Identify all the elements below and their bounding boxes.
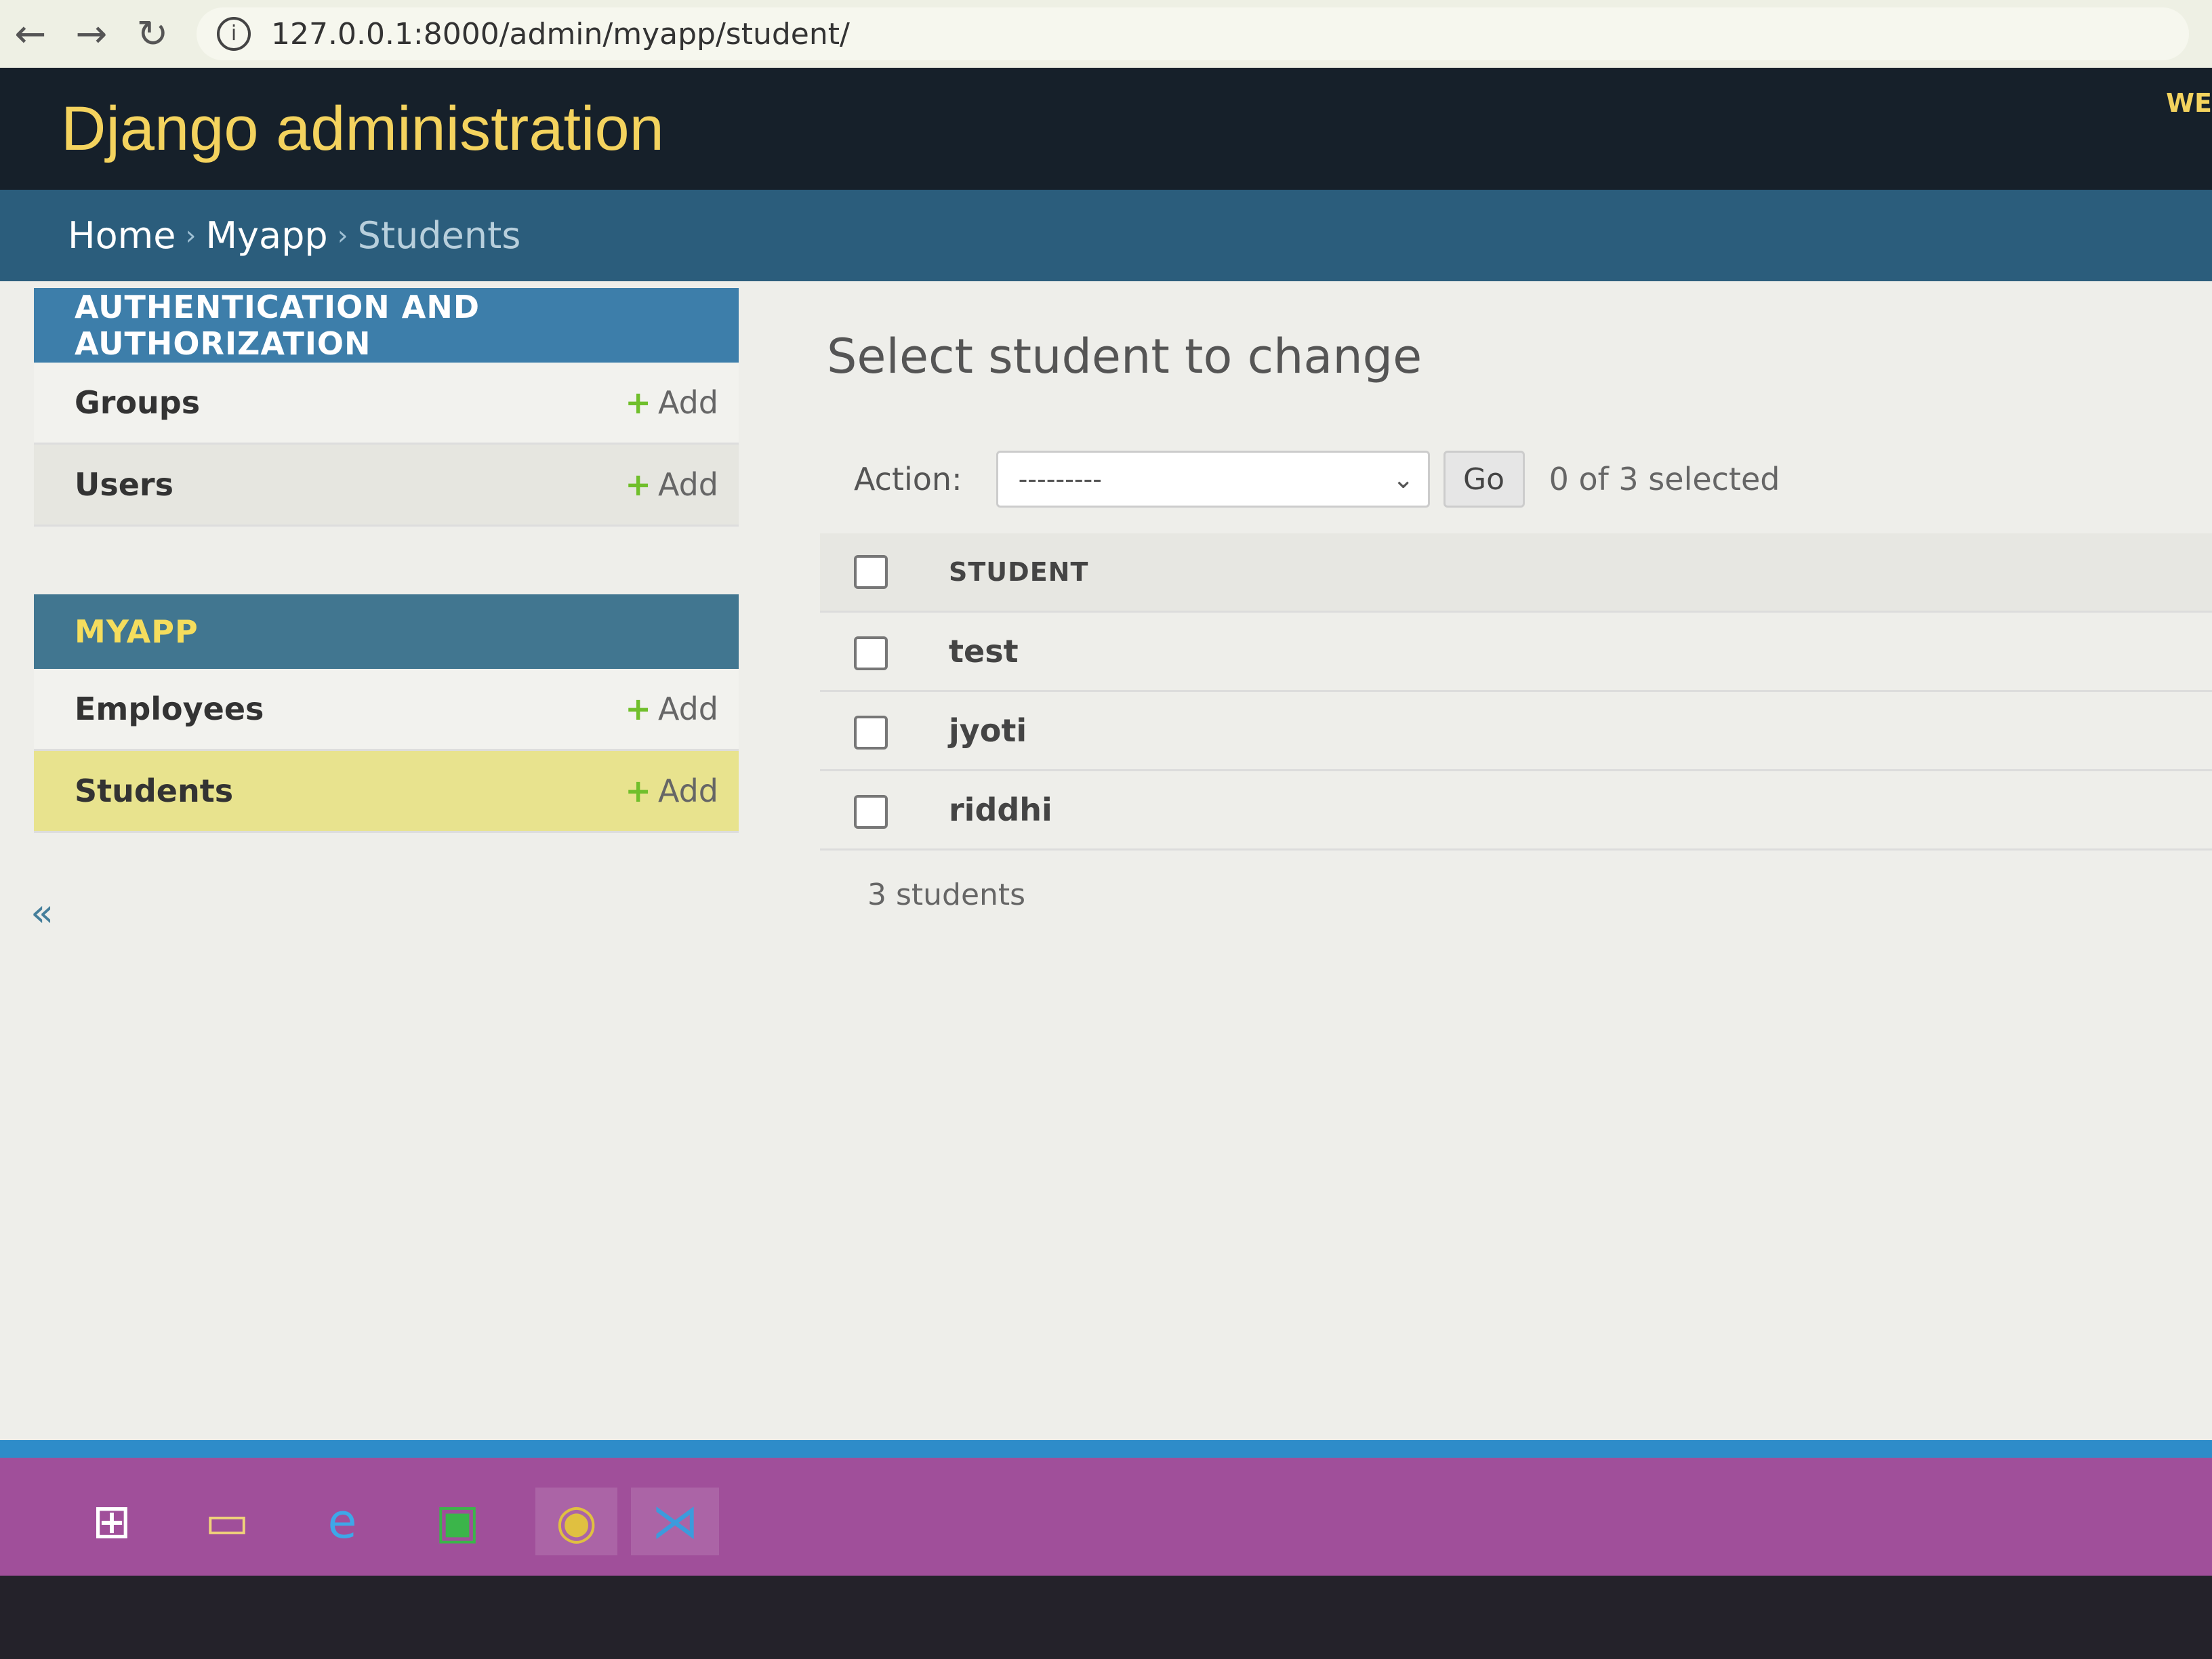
module-myapp: MYAPP Employees + Add Students + Add [34, 594, 739, 833]
vscode-taskbar-item[interactable]: ⋊ [631, 1488, 720, 1555]
add-label: Add [657, 466, 718, 503]
main-content: Select student to change Action: -------… [820, 329, 2212, 912]
site-brand[interactable]: Django administration [61, 94, 664, 165]
breadcrumb-separator: › [185, 220, 197, 251]
monitor-bezel [0, 1576, 2212, 1659]
table-row: test [820, 611, 2212, 692]
module-caption-auth[interactable]: AUTHENTICATION AND AUTHORIZATION [34, 288, 739, 363]
action-select[interactable]: --------- ⌄ [996, 451, 1430, 508]
row-checkbox-cell [820, 691, 949, 771]
breadcrumb: Home › Myapp › Students [0, 190, 2212, 281]
row-checkbox[interactable] [854, 794, 888, 829]
go-button[interactable]: Go [1443, 451, 1525, 508]
add-user-button[interactable]: + Add [625, 466, 718, 503]
os-taskbar: ⊞ ▭ e ▣ ◉ ⋊ [0, 1440, 2212, 1576]
student-link[interactable]: test [949, 611, 2212, 692]
reload-icon[interactable]: ↻ [122, 12, 183, 56]
student-link[interactable]: jyoti [949, 691, 2212, 771]
sidebar-item-label[interactable]: Students [75, 773, 233, 809]
internet-explorer-icon[interactable]: e [305, 1488, 380, 1555]
sidebar-item-label[interactable]: Employees [75, 691, 264, 727]
results-table: STUDENT test jyoti riddhi [820, 533, 2212, 851]
taskbar-icons: ⊞ ▭ e ▣ ◉ ⋊ [75, 1488, 733, 1555]
user-tools[interactable]: WE [2166, 88, 2212, 118]
sidebar-item-students: Students + Add [34, 751, 739, 833]
row-checkbox-cell [820, 611, 949, 692]
sidebar-item-groups: Groups + Add [34, 363, 739, 445]
sidebar-item-employees: Employees + Add [34, 669, 739, 751]
add-group-button[interactable]: + Add [625, 384, 718, 421]
forward-icon[interactable]: → [61, 12, 122, 56]
plus-icon: + [625, 691, 651, 727]
row-checkbox[interactable] [854, 636, 888, 670]
selection-counter: 0 of 3 selected [1549, 461, 1780, 497]
breadcrumb-current: Students [357, 214, 521, 257]
row-checkbox[interactable] [854, 715, 888, 750]
back-icon[interactable]: ← [0, 12, 61, 56]
sidebar-item-label[interactable]: Users [75, 466, 173, 503]
table-header-row: STUDENT [820, 533, 2212, 613]
address-url[interactable]: 127.0.0.1:8000/admin/myapp/student/ [271, 17, 850, 52]
column-header-student[interactable]: STUDENT [949, 533, 2212, 613]
store-icon[interactable]: ▣ [420, 1488, 495, 1555]
breadcrumb-home[interactable]: Home [68, 214, 176, 257]
add-label: Add [657, 773, 718, 809]
browser-toolbar: ← → ↻ i 127.0.0.1:8000/admin/myapp/stude… [0, 0, 2212, 68]
select-all-checkbox[interactable] [854, 555, 888, 589]
action-bar: Action: --------- ⌄ Go 0 of 3 selected [854, 445, 2212, 513]
sidebar-item-label[interactable]: Groups [75, 384, 200, 421]
plus-icon: + [625, 773, 651, 809]
windows-start-icon[interactable]: ⊞ [75, 1488, 149, 1555]
file-explorer-icon[interactable]: ▭ [190, 1488, 264, 1555]
chevron-down-icon: ⌄ [1392, 464, 1414, 494]
plus-icon: + [625, 384, 651, 421]
table-row: riddhi [820, 770, 2212, 851]
breadcrumb-app[interactable]: Myapp [205, 214, 327, 257]
add-employee-button[interactable]: + Add [625, 691, 718, 727]
vscode-icon: ⋊ [651, 1494, 699, 1549]
chrome-icon: ◉ [556, 1494, 598, 1549]
select-all-cell [820, 533, 949, 613]
row-checkbox-cell [820, 770, 949, 851]
page-title: Select student to change [827, 329, 1422, 384]
student-link[interactable]: riddhi [949, 770, 2212, 851]
add-label: Add [657, 691, 718, 727]
sidebar-item-users: Users + Add [34, 445, 739, 527]
action-select-value: --------- [1018, 464, 1102, 494]
table-row: jyoti [820, 691, 2212, 771]
page-body: AUTHENTICATION AND AUTHORIZATION Groups … [0, 281, 2212, 1440]
chrome-taskbar-item[interactable]: ◉ [535, 1488, 618, 1555]
nav-sidebar: AUTHENTICATION AND AUTHORIZATION Groups … [34, 288, 739, 901]
add-label: Add [657, 384, 718, 421]
plus-icon: + [625, 466, 651, 503]
action-label: Action: [854, 461, 962, 497]
breadcrumb-separator: › [337, 220, 348, 251]
paginator: 3 students [867, 878, 1026, 912]
module-caption-myapp[interactable]: MYAPP [34, 594, 739, 669]
add-student-button[interactable]: + Add [625, 773, 718, 809]
info-icon[interactable]: i [217, 17, 251, 51]
site-header: Django administration WE [0, 68, 2212, 190]
module-auth: AUTHENTICATION AND AUTHORIZATION Groups … [34, 288, 739, 527]
toggle-nav-sidebar[interactable]: « [30, 891, 54, 935]
address-bar[interactable]: i 127.0.0.1:8000/admin/myapp/student/ [197, 7, 2189, 60]
